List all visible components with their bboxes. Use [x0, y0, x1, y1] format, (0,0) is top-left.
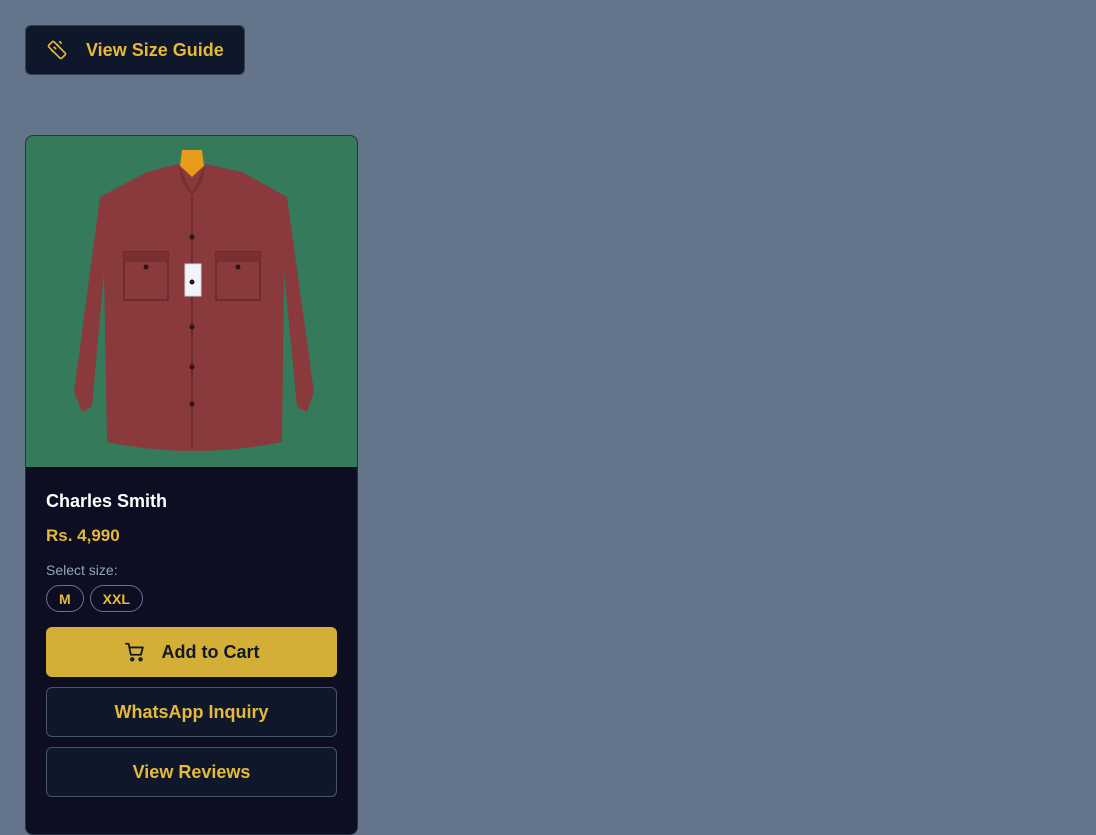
size-option-m[interactable]: M	[46, 585, 84, 612]
size-options: M XXL	[46, 585, 337, 612]
product-price: Rs. 4,990	[46, 526, 120, 545]
product-card: Charles Smith Rs. 4,990 Select size: M X…	[25, 135, 358, 835]
whatsapp-inquiry-button[interactable]: WhatsApp Inquiry	[46, 687, 337, 737]
add-to-cart-button[interactable]: Add to Cart	[46, 627, 337, 677]
size-select-label: Select size:	[46, 562, 118, 578]
shirt-illustration	[73, 149, 314, 451]
whatsapp-inquiry-label: WhatsApp Inquiry	[114, 701, 269, 722]
view-reviews-label: View Reviews	[132, 761, 251, 782]
ruler-icon	[46, 39, 68, 61]
view-size-guide-label: View Size Guide	[86, 39, 224, 60]
view-reviews-button[interactable]: View Reviews	[46, 747, 337, 797]
product-name: Charles Smith	[46, 491, 168, 511]
view-size-guide-button[interactable]: View Size Guide	[25, 25, 245, 75]
size-option-xxl[interactable]: XXL	[89, 585, 143, 612]
add-to-cart-label: Add to Cart	[161, 641, 260, 662]
product-image[interactable]	[26, 136, 357, 467]
cart-icon	[124, 641, 146, 663]
